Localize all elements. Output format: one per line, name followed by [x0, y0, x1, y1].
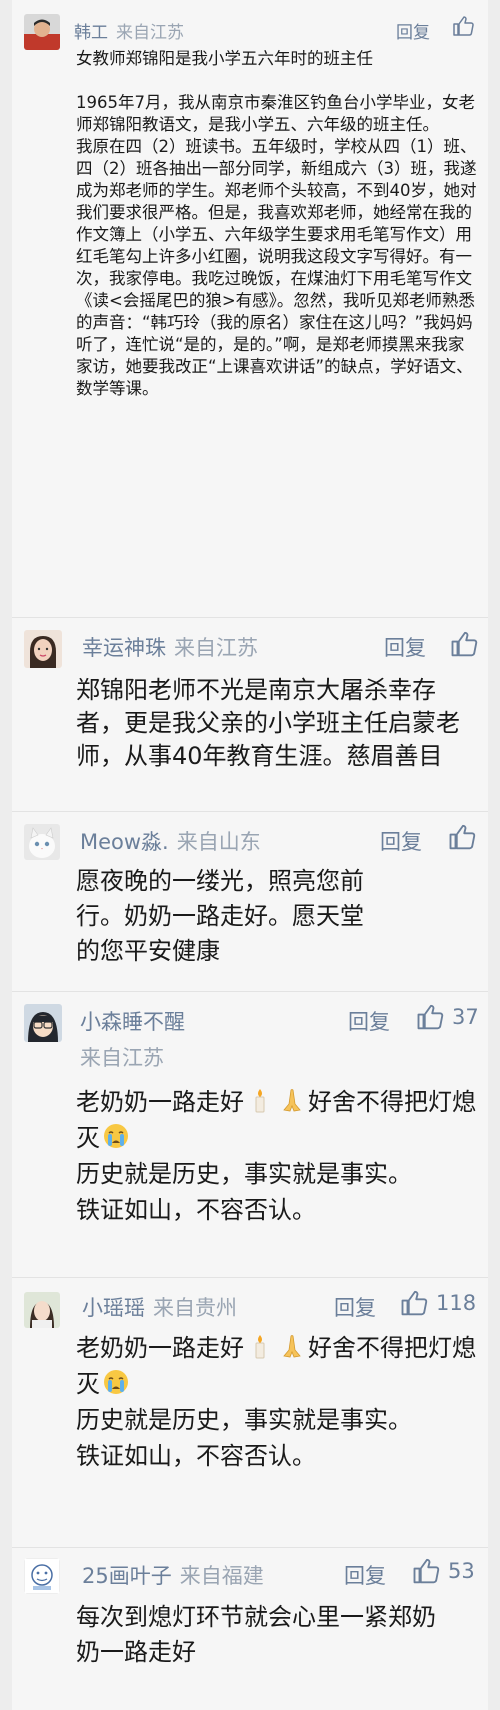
author-location: 来自山东 — [176, 830, 261, 854]
avatar[interactable] — [24, 630, 62, 668]
comment-author[interactable]: 25画叶子 来自福建 — [82, 1560, 264, 1590]
comment-item: Meow淼. 来自山东 回复 愿夜晚的一缕光，照亮您前行。奶奶一路走好。愿天堂的您… — [12, 812, 488, 992]
author-name[interactable]: 韩工 — [74, 23, 108, 43]
reply-button[interactable]: 回复 — [384, 632, 426, 662]
comment-line: 历史就是历史，事实就是事实。 — [76, 1160, 412, 1188]
author-location: 来自江苏 — [116, 23, 184, 43]
candle-emoji — [255, 1089, 265, 1113]
author-name[interactable]: 小瑶瑶 — [82, 1296, 145, 1320]
thumbs-up-icon — [417, 1004, 444, 1030]
reply-button[interactable]: 回复 — [396, 18, 430, 43]
comment-item: 幸运神珠 来自江苏 回复 郑锦阳老师不光是南京大屠杀幸存者，更是我父亲的小学班主任… — [12, 618, 488, 812]
comment-item: 小瑶瑶 来自贵州 回复 118 老奶奶一路走好 好舍不得把灯熄灭 历史就是历史，事实… — [12, 1278, 488, 1548]
comment-line: 铁证如山，不容否认。 — [76, 1196, 316, 1224]
like-button[interactable]: 53 — [412, 1556, 475, 1586]
author-location: 来自福建 — [179, 1564, 264, 1588]
folded-hands-emoji — [283, 1335, 301, 1358]
comment-item: 25画叶子 来自福建 回复 53 每次到熄灯环节就会心里一紧郑奶奶一路走好 — [12, 1548, 488, 1710]
candle-emoji — [255, 1335, 265, 1359]
avatar[interactable] — [24, 14, 60, 50]
thumbs-up-icon — [451, 631, 478, 657]
author-location: 来自江苏 — [174, 636, 258, 660]
like-count: 37 — [452, 1005, 479, 1029]
author-location: 来自江苏 — [80, 1046, 164, 1070]
comment-body: 女教师郑锦阳是我小学五六年时的班主任 1965年7月，我从南京市秦淮区钓鱼台小学… — [76, 48, 480, 400]
thumbs-up-icon — [453, 16, 474, 36]
comment-body: 老奶奶一路走好 好舍不得把灯熄灭 历史就是历史，事实就是事实。 铁证如山，不容否认… — [76, 1330, 476, 1474]
crying-face-emoji — [104, 1370, 128, 1394]
avatar[interactable] — [24, 824, 60, 860]
like-button[interactable] — [448, 822, 478, 852]
folded-hands-emoji — [283, 1089, 301, 1112]
like-count: 118 — [436, 1291, 477, 1315]
reply-button[interactable]: 回复 — [348, 1006, 390, 1036]
comment-paragraph: 1965年7月，我从南京市秦淮区钓鱼台小学毕业，女老师郑锦阳教语文，是我小学五、… — [76, 93, 475, 134]
comment-author[interactable]: 小瑶瑶 来自贵州 — [82, 1292, 237, 1322]
comment-paragraph: 我原在四（2）班读书。五年级时，学校从四（1）班、四（2）班各抽出一部分同学，新… — [76, 137, 477, 398]
like-button[interactable] — [452, 14, 476, 38]
author-name[interactable]: 25画叶子 — [82, 1564, 172, 1588]
thumbs-up-icon — [401, 1290, 428, 1316]
author-name[interactable]: 幸运神珠 — [82, 636, 166, 660]
like-count: 53 — [448, 1559, 475, 1583]
comment-body: 郑锦阳老师不光是南京大屠杀幸存者，更是我父亲的小学班主任启蒙老师，从事40年教育… — [76, 676, 460, 770]
comment-list: 韩工 来自江苏 回复 女教师郑锦阳是我小学五六年时的班主任 1965年7月，我从南… — [12, 0, 488, 1710]
like-button[interactable] — [450, 629, 480, 659]
comment-author[interactable]: Meow淼. 来自山东 — [80, 826, 261, 856]
comment-author[interactable]: 韩工 来自江苏 — [74, 18, 184, 43]
author-name[interactable]: Meow淼. — [80, 830, 169, 854]
comment-paragraph: 女教师郑锦阳是我小学五六年时的班主任 — [76, 49, 373, 68]
avatar[interactable] — [24, 1004, 62, 1042]
comment-author[interactable]: 小森睡不醒 — [80, 1006, 185, 1036]
comment-body: 愿夜晚的一缕光，照亮您前行。奶奶一路走好。愿天堂的您平安健康 — [76, 867, 364, 965]
avatar[interactable] — [24, 1292, 60, 1328]
comment-author[interactable]: 幸运神珠 来自江苏 — [82, 632, 258, 662]
avatar[interactable] — [24, 1558, 60, 1594]
reply-button[interactable]: 回复 — [344, 1560, 386, 1590]
comment-item: 小森睡不醒 回复 37 来自江苏 老奶奶一路走好 好舍不得把灯熄灭 历史就是历史，… — [12, 992, 488, 1278]
like-button[interactable]: 37 — [416, 1002, 479, 1032]
comment-line: 老奶奶一路走好 好舍不得把灯熄灭 — [76, 1088, 476, 1152]
comment-body: 老奶奶一路走好 好舍不得把灯熄灭 历史就是历史，事实就是事实。 铁证如山，不容否认… — [76, 1084, 476, 1228]
comment-line: 历史就是历史，事实就是事实。 — [76, 1406, 412, 1434]
comment-item: 韩工 来自江苏 回复 女教师郑锦阳是我小学五六年时的班主任 1965年7月，我从南… — [12, 0, 488, 618]
like-button[interactable]: 118 — [400, 1288, 476, 1318]
crying-face-emoji — [104, 1124, 128, 1148]
comment-body: 每次到熄灯环节就会心里一紧郑奶奶一路走好 — [76, 1603, 436, 1666]
comment-line: 老奶奶一路走好 好舍不得把灯熄灭 — [76, 1334, 476, 1398]
author-name[interactable]: 小森睡不醒 — [80, 1010, 185, 1034]
reply-button[interactable]: 回复 — [380, 826, 422, 856]
thumbs-up-icon — [413, 1558, 440, 1584]
thumbs-up-icon — [449, 824, 476, 850]
reply-button[interactable]: 回复 — [334, 1292, 376, 1322]
comment-line: 铁证如山，不容否认。 — [76, 1442, 316, 1470]
author-location: 来自贵州 — [153, 1296, 237, 1320]
